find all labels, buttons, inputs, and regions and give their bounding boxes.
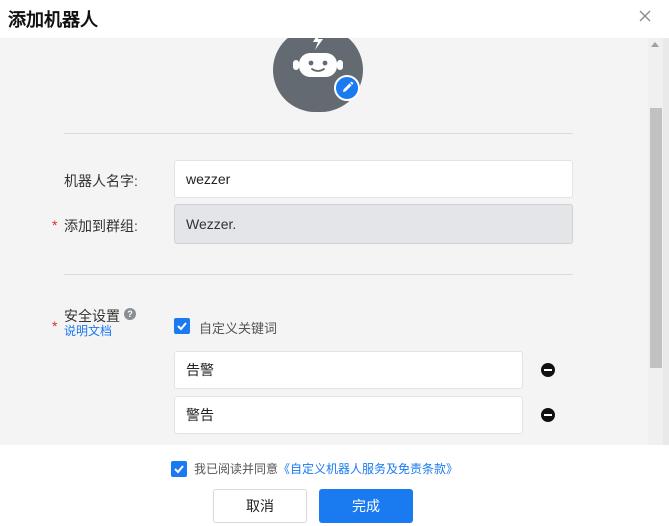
robot-name-input[interactable]: wezzer	[174, 160, 573, 198]
custom-keyword-checkbox[interactable]	[174, 318, 190, 334]
dialog-header: 添加机器人	[0, 0, 669, 38]
close-icon[interactable]	[637, 8, 653, 24]
agree-text: 我已阅读并同意	[194, 462, 279, 476]
dialog-body: 机器人名字: wezzer * 添加到群组: Wezzer. 安全设置 ? * …	[0, 38, 648, 445]
terms-link[interactable]: 《自定义机器人服务及免责条款》	[278, 460, 458, 477]
finish-button[interactable]: 完成	[319, 489, 413, 523]
cancel-button[interactable]: 取消	[213, 489, 307, 523]
check-icon	[177, 322, 187, 331]
question-circle-icon[interactable]: ?	[124, 308, 136, 320]
check-icon	[174, 464, 184, 473]
custom-keyword-label: 自定义关键词	[199, 321, 278, 336]
minus-circle-icon[interactable]	[541, 363, 555, 377]
required-mark: *	[52, 318, 58, 334]
divider	[64, 274, 573, 275]
scroll-up-arrow-icon[interactable]	[651, 42, 659, 47]
agree-checkbox[interactable]	[171, 460, 187, 477]
keyword-input[interactable]: 告警	[174, 351, 523, 389]
dialog-footer: 我已阅读并同意 《自定义机器人服务及免责条款》 取消 完成	[0, 445, 669, 526]
group-select[interactable]: Wezzer.	[174, 204, 573, 244]
required-mark: *	[52, 217, 58, 233]
keyword-input[interactable]: 警告	[174, 396, 523, 434]
edit-avatar-button[interactable]	[334, 75, 360, 101]
robot-name-label: 机器人名字:	[64, 173, 138, 189]
agreement-row: 我已阅读并同意 《自定义机器人服务及免责条款》	[171, 460, 458, 477]
scrollbar-thumb[interactable]	[650, 108, 662, 368]
add-to-group-label: 添加到群组:	[64, 218, 138, 234]
dialog-title: 添加机器人	[8, 10, 98, 30]
divider	[64, 133, 573, 134]
pencil-icon	[343, 81, 354, 92]
minus-circle-icon[interactable]	[541, 408, 555, 422]
robot-avatar	[273, 38, 365, 112]
doc-link[interactable]: 说明文档	[64, 322, 112, 339]
